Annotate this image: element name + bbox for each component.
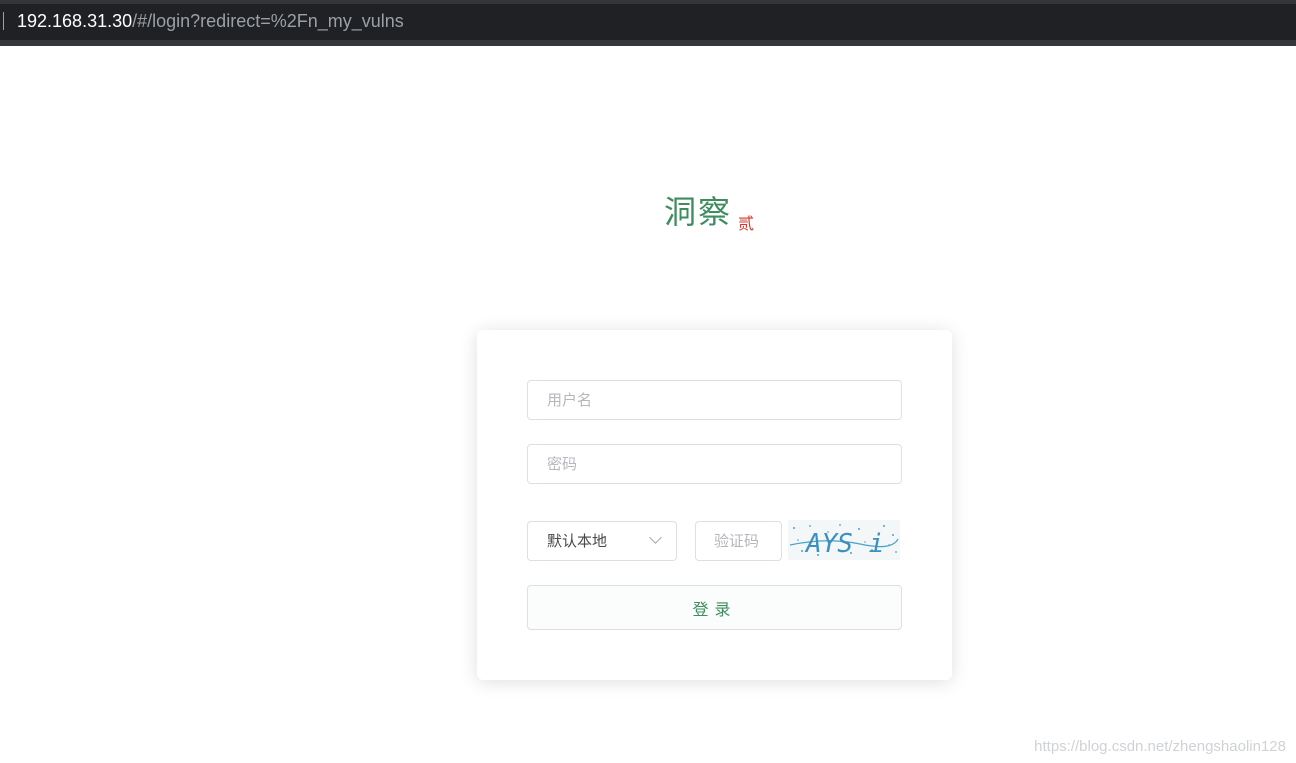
captcha-input[interactable] xyxy=(696,522,781,560)
login-button[interactable]: 登录 xyxy=(527,585,902,630)
logo-subtitle: 贰 xyxy=(738,214,755,233)
captcha-field[interactable] xyxy=(695,521,782,561)
chevron-down-icon xyxy=(649,531,662,544)
captcha-text: AYS i xyxy=(804,529,884,559)
username-input[interactable] xyxy=(528,381,901,419)
auth-source-select[interactable]: 默认本地 xyxy=(527,521,677,561)
address-url[interactable]: 192.168.31.30/#/login?redirect=%2Fn_my_v… xyxy=(17,10,404,32)
address-path: /#/login?redirect=%2Fn_my_vulns xyxy=(132,11,404,31)
login-card: 默认本地 AYS i 登录 xyxy=(477,330,952,680)
username-field[interactable] xyxy=(527,380,902,420)
auth-source-value: 默认本地 xyxy=(547,532,608,550)
password-input[interactable] xyxy=(528,445,901,483)
password-field[interactable] xyxy=(527,444,902,484)
watermark-text: https://blog.csdn.net/zhengshaolin128 xyxy=(1034,738,1286,755)
app-logo: 洞察贰 xyxy=(664,190,754,234)
captcha-image[interactable]: AYS i xyxy=(788,520,900,560)
text-cursor xyxy=(3,12,4,30)
captcha-graphic: AYS i xyxy=(789,524,899,559)
address-host: 192.168.31.30 xyxy=(17,11,133,31)
logo-title: 洞察 xyxy=(664,193,733,231)
browser-address-bar[interactable]: 192.168.31.30/#/login?redirect=%2Fn_my_v… xyxy=(0,0,1296,46)
